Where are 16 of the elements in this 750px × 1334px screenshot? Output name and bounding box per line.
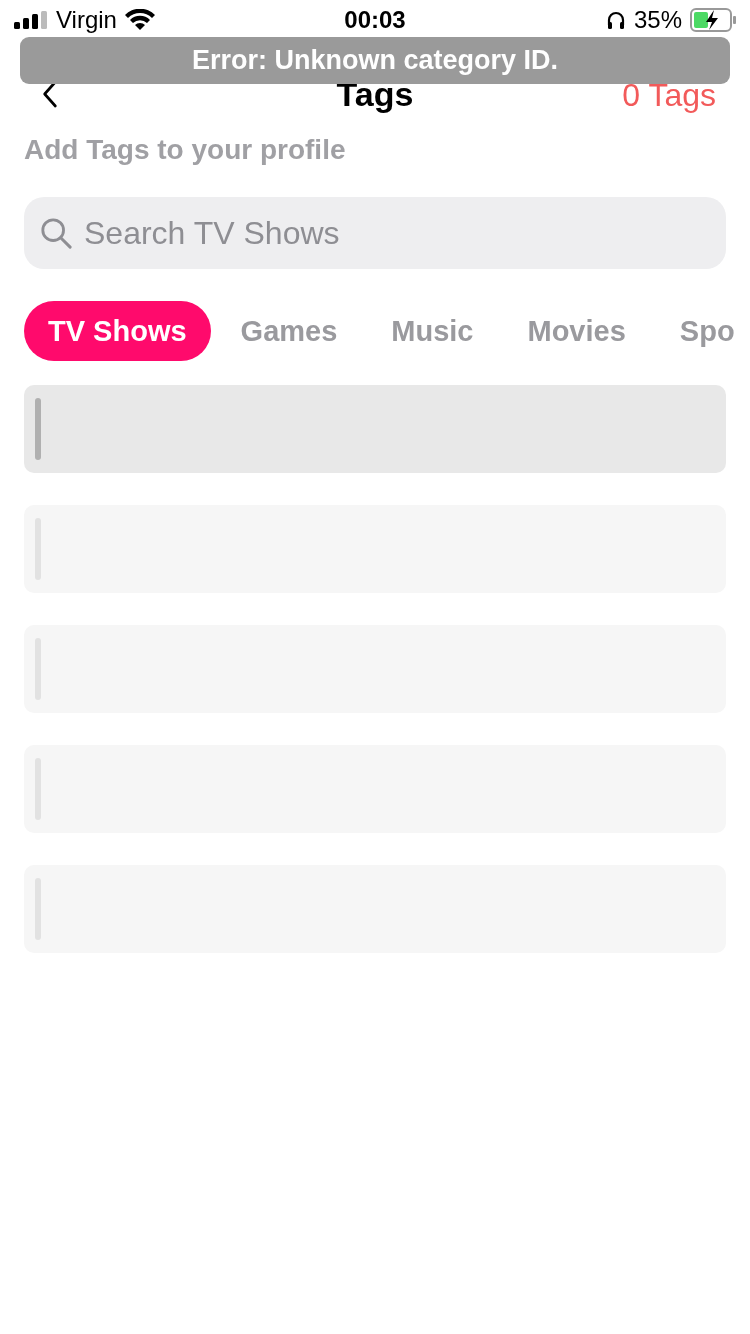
status-time: 00:03 xyxy=(344,6,406,34)
category-tab[interactable]: Movies xyxy=(503,301,650,361)
battery-percent: 35% xyxy=(633,6,682,34)
subtitle: Add Tags to your profile xyxy=(24,134,347,166)
battery-charging-icon xyxy=(690,8,736,32)
signal-icon xyxy=(14,11,48,29)
error-toast: Error: Unknown category ID. xyxy=(20,37,730,84)
category-tab[interactable]: Music xyxy=(367,301,498,361)
carrier-name: Virgin xyxy=(56,6,117,34)
wifi-icon xyxy=(124,9,155,31)
category-tab[interactable]: Spo xyxy=(655,301,750,361)
category-tab[interactable]: TV Shows xyxy=(24,301,211,361)
search-field[interactable]: Search TV Shows xyxy=(24,197,726,269)
category-tab[interactable]: Games xyxy=(216,301,362,361)
headphones-icon xyxy=(605,10,626,30)
search-icon xyxy=(40,217,72,249)
